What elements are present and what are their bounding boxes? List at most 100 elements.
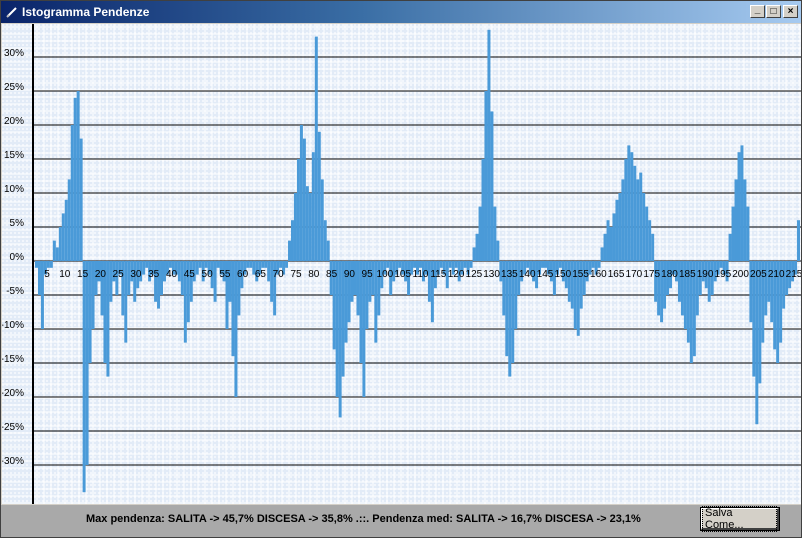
- slope-bar: [627, 145, 631, 261]
- slope-bar: [234, 261, 238, 397]
- x-tick-label: 150: [554, 269, 571, 280]
- slope-bar: [308, 193, 312, 261]
- slope-bar: [142, 261, 146, 275]
- slope-bar: [558, 261, 562, 268]
- slope-bar: [707, 261, 711, 302]
- close-icon: ×: [787, 5, 794, 17]
- slope-bar: [567, 261, 571, 302]
- slope-bar: [195, 261, 199, 275]
- slope-bar: [737, 152, 741, 261]
- slope-bar: [677, 261, 681, 302]
- slope-bar: [743, 179, 747, 261]
- slope-bar: [490, 111, 494, 262]
- x-tick-label: 15: [77, 269, 89, 280]
- y-tick-label: 5%: [10, 218, 25, 229]
- x-tick-label: 155: [572, 269, 589, 280]
- slope-bar: [279, 261, 283, 268]
- slope-bar: [767, 261, 771, 302]
- slope-bar: [651, 233, 655, 261]
- x-tick-label: 45: [184, 269, 196, 280]
- slope-bar: [609, 227, 613, 261]
- x-tick-label: 175: [643, 269, 660, 280]
- y-tick-label: 15%: [4, 150, 24, 161]
- slope-bar: [317, 131, 321, 261]
- slope-bar: [79, 138, 83, 261]
- slope-bar: [216, 261, 220, 268]
- slope-bar: [475, 233, 479, 261]
- slope-bar: [618, 193, 622, 261]
- slope-bar: [418, 261, 422, 268]
- y-tick-label: -5%: [6, 286, 24, 297]
- slope-bar: [731, 206, 735, 261]
- slope-bar: [350, 261, 354, 302]
- slope-bar: [368, 261, 372, 302]
- slope-bar: [46, 261, 50, 268]
- slope-bar: [427, 261, 431, 302]
- save-as-label: Salva Come...: [702, 505, 777, 532]
- slope-bar: [439, 261, 443, 268]
- x-tick-label: 135: [501, 269, 518, 280]
- slope-bar: [755, 261, 759, 425]
- slope-bar: [160, 261, 163, 295]
- minimize-button[interactable]: _: [750, 5, 765, 18]
- slope-bar: [261, 261, 265, 268]
- maximize-button[interactable]: □: [766, 5, 781, 18]
- x-tick-label: 160: [590, 269, 607, 280]
- y-tick-label: 20%: [4, 116, 24, 127]
- slope-bar: [198, 261, 202, 268]
- x-tick-label: 180: [661, 269, 678, 280]
- x-tick-label: 70: [273, 269, 285, 280]
- x-tick-label: 190: [697, 269, 714, 280]
- slope-bar: [338, 261, 342, 418]
- slope-bar: [487, 29, 491, 261]
- slope-bar: [246, 261, 250, 268]
- slope-bar: [109, 261, 113, 302]
- x-tick-label: 75: [290, 269, 302, 280]
- slope-bar: [746, 206, 750, 261]
- slope-summary: Max pendenza: SALITA -> 45,7% DISCESA ->…: [86, 513, 641, 525]
- slope-bar: [133, 261, 137, 302]
- slope-bar: [264, 261, 268, 268]
- slope-bar: [145, 261, 149, 268]
- slope-bar: [386, 261, 390, 268]
- slope-bar: [719, 261, 723, 268]
- y-tick-label: 10%: [4, 184, 24, 195]
- x-tick-label: 80: [308, 269, 320, 280]
- title-bar[interactable]: Istogramma Pendenze _ □ ×: [1, 1, 801, 23]
- x-tick-label: 100: [377, 269, 394, 280]
- slope-bar: [740, 145, 744, 261]
- x-tick-label: 130: [483, 269, 500, 280]
- x-tick-label: 55: [219, 269, 231, 280]
- save-as-button[interactable]: Salva Come...: [700, 505, 780, 532]
- minimize-icon: _: [754, 4, 761, 15]
- pen-icon: [6, 7, 17, 18]
- slope-bar: [612, 213, 616, 261]
- x-tick-label: 210: [768, 269, 785, 280]
- slope-bar: [615, 199, 619, 261]
- slope-bar: [469, 261, 473, 268]
- y-tick-label: -30%: [2, 456, 24, 467]
- slope-bar: [600, 247, 604, 261]
- slope-bar: [454, 261, 458, 268]
- x-tick-label: 95: [362, 269, 374, 280]
- slope-bar: [541, 261, 545, 268]
- slope-bar: [61, 213, 65, 261]
- x-tick-label: 105: [394, 269, 411, 280]
- slope-bar: [630, 152, 634, 261]
- slope-bar: [633, 165, 637, 261]
- x-tick-label: 40: [166, 269, 178, 280]
- slope-bar: [314, 36, 318, 261]
- slope-histogram-chart: 30% 25% 20% 15% 10% 5% 0% -5% -10% -15% -20% -25% -3…: [2, 24, 801, 504]
- slope-bar: [478, 206, 482, 261]
- slope-bar: [639, 172, 643, 261]
- slope-bar: [85, 261, 89, 465]
- slope-bar: [168, 261, 172, 268]
- slope-bar: [448, 261, 452, 268]
- x-tick-label: 170: [626, 269, 643, 280]
- status-bar: Max pendenza: SALITA -> 45,7% DISCESA ->…: [1, 505, 801, 537]
- x-tick-label: 20: [95, 269, 107, 280]
- slope-bar: [335, 261, 339, 397]
- slope-bar: [621, 179, 625, 261]
- slope-bar: [484, 91, 488, 261]
- close-button[interactable]: ×: [783, 5, 798, 18]
